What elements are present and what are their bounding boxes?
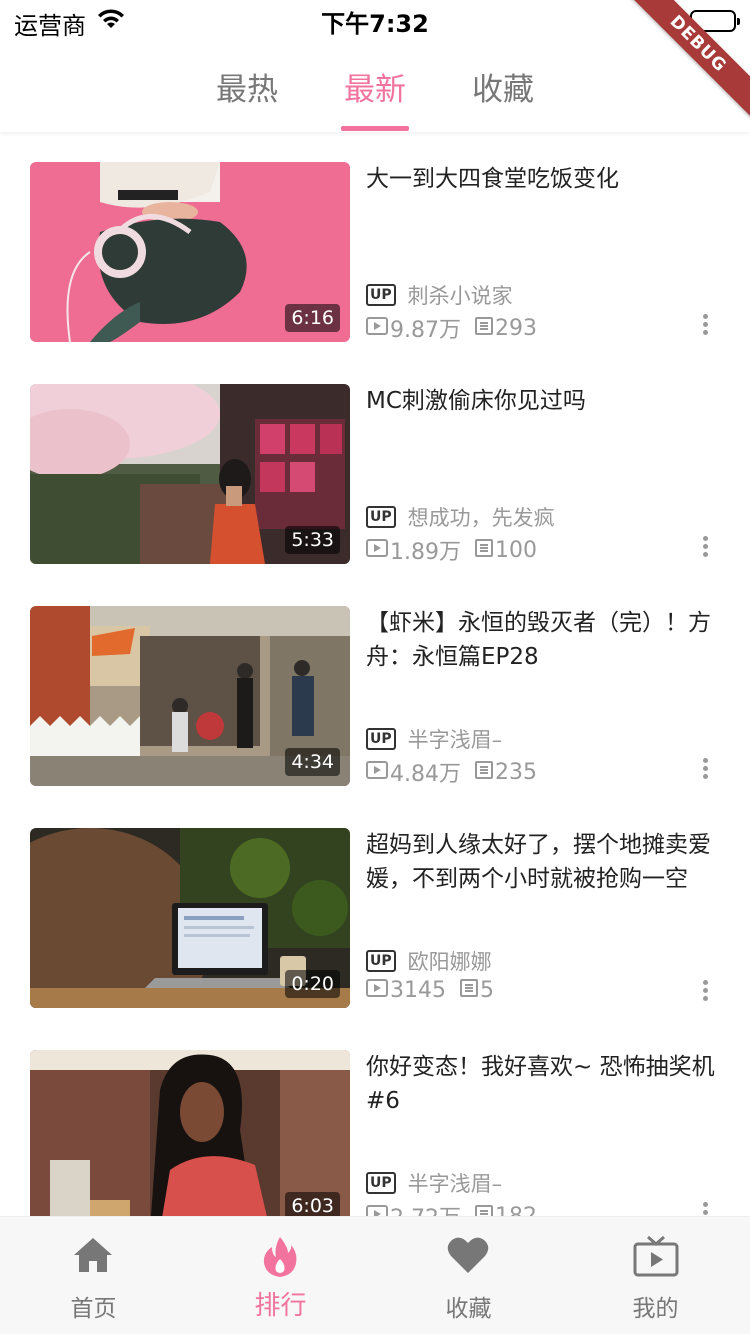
play-count-icon (366, 760, 390, 785)
play-count-icon (366, 316, 390, 341)
danmaku-count: 5 (480, 978, 494, 1003)
video-title[interactable]: 【虾米】永恒的毁灭者（完）！方舟：永恒篇EP28 (366, 606, 716, 674)
play-count: 2.72万 (390, 1200, 461, 1216)
video-title[interactable]: 你好变态！我好喜欢~ 恐怖抽奖机#6 (366, 1050, 716, 1118)
nav-favorites[interactable]: 收藏 (375, 1217, 562, 1334)
danmaku-count: 235 (495, 759, 537, 785)
uploader[interactable]: UP 刺杀小说家 (366, 280, 513, 310)
status-time: 下午7:32 (321, 10, 429, 38)
uploader-name: 想成功，先发疯 (407, 506, 555, 530)
video-title[interactable]: 超妈到人缘太好了，摆个地摊卖爱媛，不到两个小时就被抢购一空 (366, 828, 716, 896)
tv-icon (633, 1235, 679, 1277)
more-options-icon[interactable] (700, 978, 710, 1008)
uploader-name: 半字浅眉– (407, 728, 503, 752)
nav-mine[interactable]: 我的 (562, 1217, 749, 1334)
heart-icon (447, 1237, 489, 1273)
video-card[interactable]: 6:16 大一到大四食堂吃饭变化 UP 刺杀小说家 9.87万 293 (30, 162, 720, 344)
video-stats: 9.87万 293 (366, 312, 537, 344)
video-duration: 5:33 (285, 526, 340, 554)
danmaku-count: 293 (495, 315, 537, 341)
tab-hot[interactable]: 最热 (182, 64, 312, 109)
video-stats: 4.84万 235 (366, 756, 537, 788)
video-stats: 1.89万 100 (366, 534, 537, 566)
video-title[interactable]: MC刺激偷床你见过吗 (366, 384, 716, 418)
more-options-icon[interactable] (700, 534, 710, 564)
play-count: 9.87万 (390, 318, 461, 343)
play-count-icon (366, 538, 390, 563)
more-options-icon[interactable] (700, 1200, 710, 1216)
more-options-icon[interactable] (700, 756, 710, 786)
video-thumbnail[interactable]: 6:03 (30, 1050, 350, 1216)
tab-latest[interactable]: 最新 (310, 64, 440, 109)
video-duration: 0:20 (285, 970, 340, 998)
tab-bar: 最热 最新 收藏 (0, 44, 750, 132)
danmaku-icon (475, 538, 495, 563)
uploader[interactable]: UP 半字浅眉– (366, 724, 502, 754)
uploader[interactable]: UP 半字浅眉– (366, 1168, 502, 1198)
video-stats: 2.72万 182 (366, 1200, 537, 1216)
video-list[interactable]: 6:16 大一到大四食堂吃饭变化 UP 刺杀小说家 9.87万 293 5:33… (0, 132, 750, 1216)
video-thumbnail[interactable]: 4:34 (30, 606, 350, 786)
active-tab-indicator (341, 126, 409, 131)
danmaku-icon (460, 978, 480, 1003)
home-icon (74, 1238, 112, 1272)
play-count-icon (366, 978, 390, 1003)
video-title[interactable]: 大一到大四食堂吃饭变化 (366, 162, 716, 196)
nav-favorites-label: 收藏 (445, 1296, 492, 1322)
more-options-icon[interactable] (700, 312, 710, 342)
nav-ranking-label: 排行 (254, 1291, 307, 1321)
video-duration: 6:03 (285, 1192, 340, 1216)
video-thumbnail[interactable]: 5:33 (30, 384, 350, 564)
uploader-name: 半字浅眉– (407, 1172, 503, 1196)
video-card[interactable]: 0:20 超妈到人缘太好了，摆个地摊卖爱媛，不到两个小时就被抢购一空 UP 欧阳… (30, 828, 720, 1008)
danmaku-icon (475, 760, 495, 785)
video-stats: 3145 5 (366, 978, 494, 1003)
up-badge: UP (366, 284, 396, 306)
fire-icon (263, 1237, 297, 1277)
danmaku-count: 182 (495, 1203, 537, 1217)
nav-mine-label: 我的 (632, 1296, 679, 1322)
nav-ranking[interactable]: 排行 (187, 1217, 374, 1334)
uploader[interactable]: UP 想成功，先发疯 (366, 502, 555, 532)
video-card[interactable]: 5:33 MC刺激偷床你见过吗 UP 想成功，先发疯 1.89万 100 (30, 384, 720, 566)
up-badge: UP (366, 728, 396, 750)
video-card[interactable]: 4:34 【虾米】永恒的毁灭者（完）！方舟：永恒篇EP28 UP 半字浅眉– 4… (30, 606, 720, 788)
bottom-navigation: 首页 排行 收藏 我的 (0, 1216, 750, 1334)
video-thumbnail[interactable]: 6:16 (30, 162, 350, 342)
uploader[interactable]: UP 欧阳娜娜 (366, 946, 492, 976)
play-count: 3145 (390, 978, 446, 1003)
up-badge: UP (366, 506, 396, 528)
play-count: 4.84万 (390, 762, 461, 787)
play-count: 1.89万 (390, 540, 461, 565)
tab-favorites[interactable]: 收藏 (438, 64, 568, 109)
video-card[interactable]: 6:03 你好变态！我好喜欢~ 恐怖抽奖机#6 UP 半字浅眉– 2.72万 1… (30, 1050, 720, 1216)
play-count-icon (366, 1204, 390, 1216)
video-duration: 4:34 (285, 748, 340, 776)
danmaku-icon (475, 316, 495, 341)
up-badge: UP (366, 950, 396, 972)
uploader-name: 欧阳娜娜 (407, 950, 492, 974)
uploader-name: 刺杀小说家 (407, 284, 513, 308)
nav-home[interactable]: 首页 (0, 1217, 187, 1334)
status-bar: 运营商 下午7:32 (0, 0, 750, 44)
danmaku-icon (475, 1204, 495, 1216)
video-thumbnail[interactable]: 0:20 (30, 828, 350, 1008)
nav-home-label: 首页 (70, 1296, 117, 1322)
up-badge: UP (366, 1172, 396, 1194)
video-duration: 6:16 (285, 304, 340, 332)
danmaku-count: 100 (495, 537, 537, 563)
